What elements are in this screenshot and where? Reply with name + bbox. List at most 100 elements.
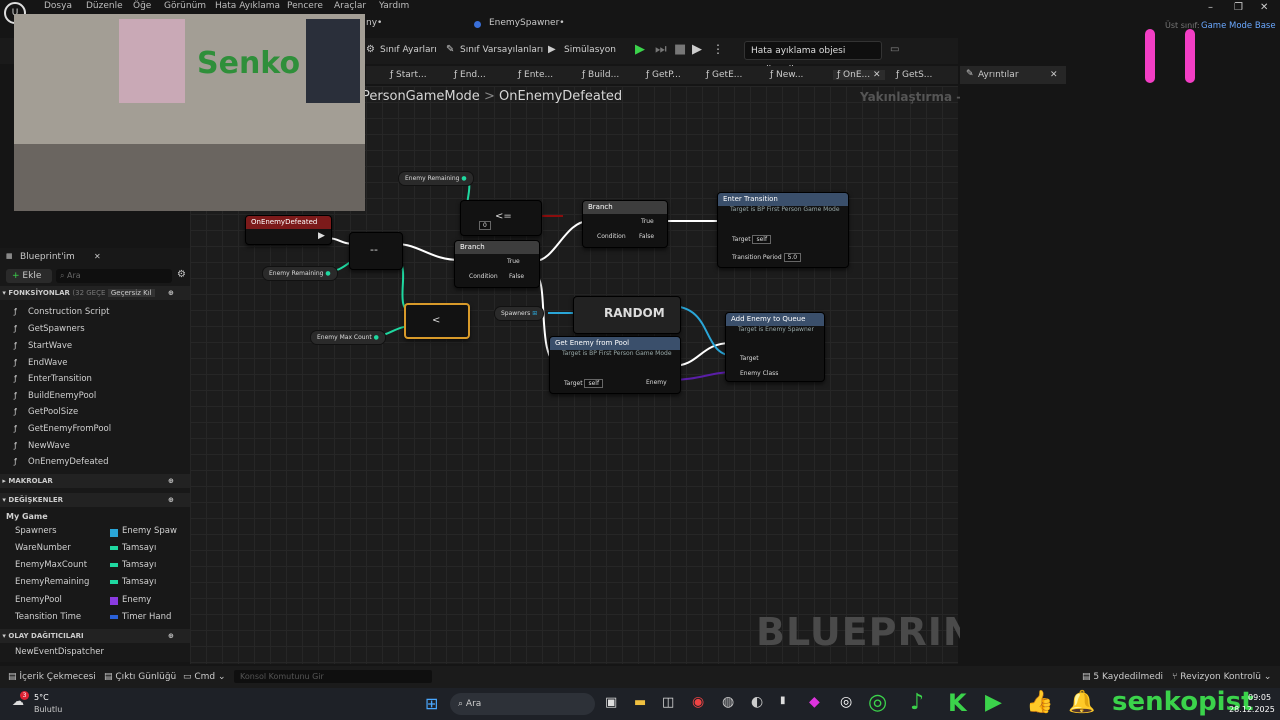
simulation-button[interactable]: Simülasyon (564, 45, 616, 55)
class-defaults-button[interactable]: Sınıf Varsayılanları (460, 45, 543, 55)
enemy-class-pin[interactable]: Enemy Class (740, 370, 778, 377)
unsaved-button[interactable]: ▤ 5 Kaydedilmedi (1082, 672, 1163, 682)
menu-yardim[interactable]: Yardım (379, 1, 409, 11)
decrement-node[interactable]: -- (349, 232, 403, 270)
menu-dosya[interactable]: Dosya (44, 1, 72, 11)
macros-section[interactable]: ▸ MAKROLAR ⊕ (0, 474, 190, 488)
task-view-icon[interactable]: ▣ (605, 695, 617, 710)
file-explorer-icon[interactable]: ▬ (634, 695, 646, 710)
console-input[interactable]: Konsol Komutunu Gir (234, 670, 432, 683)
target-pin[interactable]: Target self (732, 235, 772, 244)
function-item[interactable]: GetSpawners (28, 324, 85, 334)
functions-section[interactable]: ▾ FONKSİYONLAR (32 GEÇE Geçersiz Kıl ⊕ (0, 286, 190, 300)
add-dispatcher-icon[interactable]: ⊕ (168, 629, 174, 643)
get-enemy-from-pool-node[interactable]: Get Enemy from Pool Target is BP First P… (549, 336, 681, 394)
steam-icon[interactable]: ◐ (751, 694, 763, 710)
function-item[interactable]: StartWave (28, 341, 72, 351)
variable-type[interactable]: Enemy (122, 595, 151, 605)
panel-tab-label[interactable]: Blueprint'im (20, 252, 75, 262)
menu-hata-ayiklama[interactable]: Hata Ayıklama (215, 1, 280, 11)
eject-icon[interactable]: ▶ (692, 42, 702, 57)
tab-details[interactable]: ✎ Ayrıntılar ✕ (960, 66, 1066, 84)
tab-end[interactable]: ƒ End... (454, 70, 486, 80)
close-panel-icon[interactable]: ✕ (94, 252, 101, 261)
close-tab-icon[interactable]: ✕ (873, 70, 881, 80)
override-dropdown[interactable]: Geçersiz Kıl (107, 289, 155, 297)
add-macro-icon[interactable]: ⊕ (168, 474, 174, 488)
exec-out-pin[interactable]: ▶ (318, 231, 325, 241)
period-pin[interactable]: Transition Period 5.0 (732, 253, 802, 262)
step-icon[interactable]: ⏭ (655, 42, 667, 57)
getter-spawners[interactable]: Spawners ⊞ (494, 306, 545, 321)
enter-transition-node[interactable]: Enter Transition Target is BP First Pers… (717, 192, 849, 268)
minimize-icon[interactable]: – (1208, 2, 1213, 13)
play-icon[interactable]: ▶ (635, 42, 645, 57)
variable-type[interactable]: Tamsayı (122, 577, 156, 587)
close-window-icon[interactable]: ✕ (1260, 2, 1268, 13)
variable-item[interactable]: WareNumber (15, 543, 71, 553)
variable-type[interactable]: Timer Hand (122, 612, 171, 622)
function-item[interactable]: BuildEnemyPool (28, 391, 96, 401)
variable-type[interactable]: Tamsayı (122, 543, 156, 553)
less-than-node[interactable]: < (404, 303, 470, 339)
function-item[interactable]: EndWave (28, 358, 67, 368)
content-drawer-button[interactable]: ▤ İçerik Çekmecesi (8, 672, 96, 682)
variable-category[interactable]: My Game (6, 512, 48, 521)
dispatcher-item[interactable]: NewEventDispatcher (15, 647, 104, 657)
tab-build[interactable]: ƒ Build... (582, 70, 619, 80)
getter-enemy-remaining-2[interactable]: Enemy Remaining ● (262, 266, 338, 281)
clock-date[interactable]: 28.12.2025 (1229, 705, 1275, 714)
function-item[interactable]: EnterTransition (28, 374, 92, 384)
getter-enemy-remaining[interactable]: Enemy Remaining ● (398, 171, 474, 186)
debug-object-select[interactable]: Hata ayıklama objesi seçilmedi ⌄ (744, 41, 882, 75)
tab-gets[interactable]: ƒ GetS... (896, 70, 932, 80)
tab-getp[interactable]: ƒ GetP... (646, 70, 681, 80)
target-pin[interactable]: Target (740, 355, 759, 362)
menu-araclar[interactable]: Araçlar (334, 1, 366, 11)
app-icon[interactable]: ◆ (809, 694, 820, 710)
app-icon[interactable]: ◍ (722, 694, 734, 710)
function-item[interactable]: Construction Script (28, 307, 109, 317)
close-details-icon[interactable]: ✕ (1050, 70, 1058, 80)
menu-duzenle[interactable]: Düzenle (86, 1, 123, 11)
stop-icon[interactable]: ■ (674, 42, 686, 57)
add-function-icon[interactable]: ⊕ (168, 286, 174, 300)
event-node-on-enemy-defeated[interactable]: OnEnemyDefeated ▶ (245, 215, 332, 245)
tab-start[interactable]: ƒ Start... (390, 70, 427, 80)
target-pin[interactable]: Target self (564, 379, 604, 388)
function-item[interactable]: GetPoolSize (28, 407, 78, 417)
menu-gorunum[interactable]: Görünüm (164, 1, 206, 11)
find-icon[interactable]: ▭ (890, 44, 899, 55)
settings-gear-icon[interactable]: ⚙ (177, 269, 186, 280)
more-options-icon[interactable]: ⋮ (712, 42, 724, 56)
function-item[interactable]: NewWave (28, 441, 70, 451)
cmd-dropdown[interactable]: ▭ Cmd ⌄ (183, 672, 226, 682)
add-variable-icon[interactable]: ⊕ (168, 493, 174, 507)
clock-time[interactable]: 09:05 (1248, 693, 1271, 702)
maximize-icon[interactable]: ❐ (1234, 2, 1243, 13)
branch-node-2[interactable]: Branch True Condition False (582, 200, 668, 248)
lte-literal[interactable]: 0 (479, 221, 491, 230)
random-node[interactable]: RANDOM (573, 296, 681, 334)
function-item[interactable]: GetEnemyFromPool (28, 424, 111, 434)
add-button[interactable]: + Ekle (6, 269, 52, 283)
search-input[interactable]: ⌕ Ara (56, 269, 172, 283)
doc-tab-partial[interactable]: ny• (366, 18, 382, 36)
variable-item[interactable]: EnemyPool (15, 595, 62, 605)
menu-pencere[interactable]: Pencere (287, 1, 323, 11)
dispatchers-section[interactable]: ▾ OLAY DAĞITICILARI ⊕ (0, 629, 190, 643)
chrome-icon[interactable]: ◉ (692, 694, 704, 710)
getter-enemy-max-count[interactable]: Enemy Max Count ● (310, 330, 386, 345)
doc-tab-enemy-spawner[interactable]: EnemySpawner• (489, 18, 565, 36)
add-enemy-to-queue-node[interactable]: Add Enemy to Queue Target is Enemy Spawn… (725, 312, 825, 382)
branch-node-1[interactable]: Branch True Condition False (454, 240, 540, 288)
variable-item[interactable]: EnemyMaxCount (15, 560, 87, 570)
menu-oge[interactable]: Öğe (133, 1, 151, 11)
windows-start-icon[interactable]: ⊞ (425, 694, 438, 713)
tab-new[interactable]: ƒ New... (770, 70, 803, 80)
revision-control-button[interactable]: ⑂ Revizyon Kontrolü ⌄ (1172, 672, 1271, 682)
variables-section[interactable]: ▾ DEĞİŞKENLER ⊕ (0, 493, 190, 507)
epic-games-icon[interactable]: ▮ (780, 695, 786, 706)
function-item[interactable]: OnEnemyDefeated (28, 457, 109, 467)
class-settings-button[interactable]: Sınıf Ayarları (380, 45, 437, 55)
